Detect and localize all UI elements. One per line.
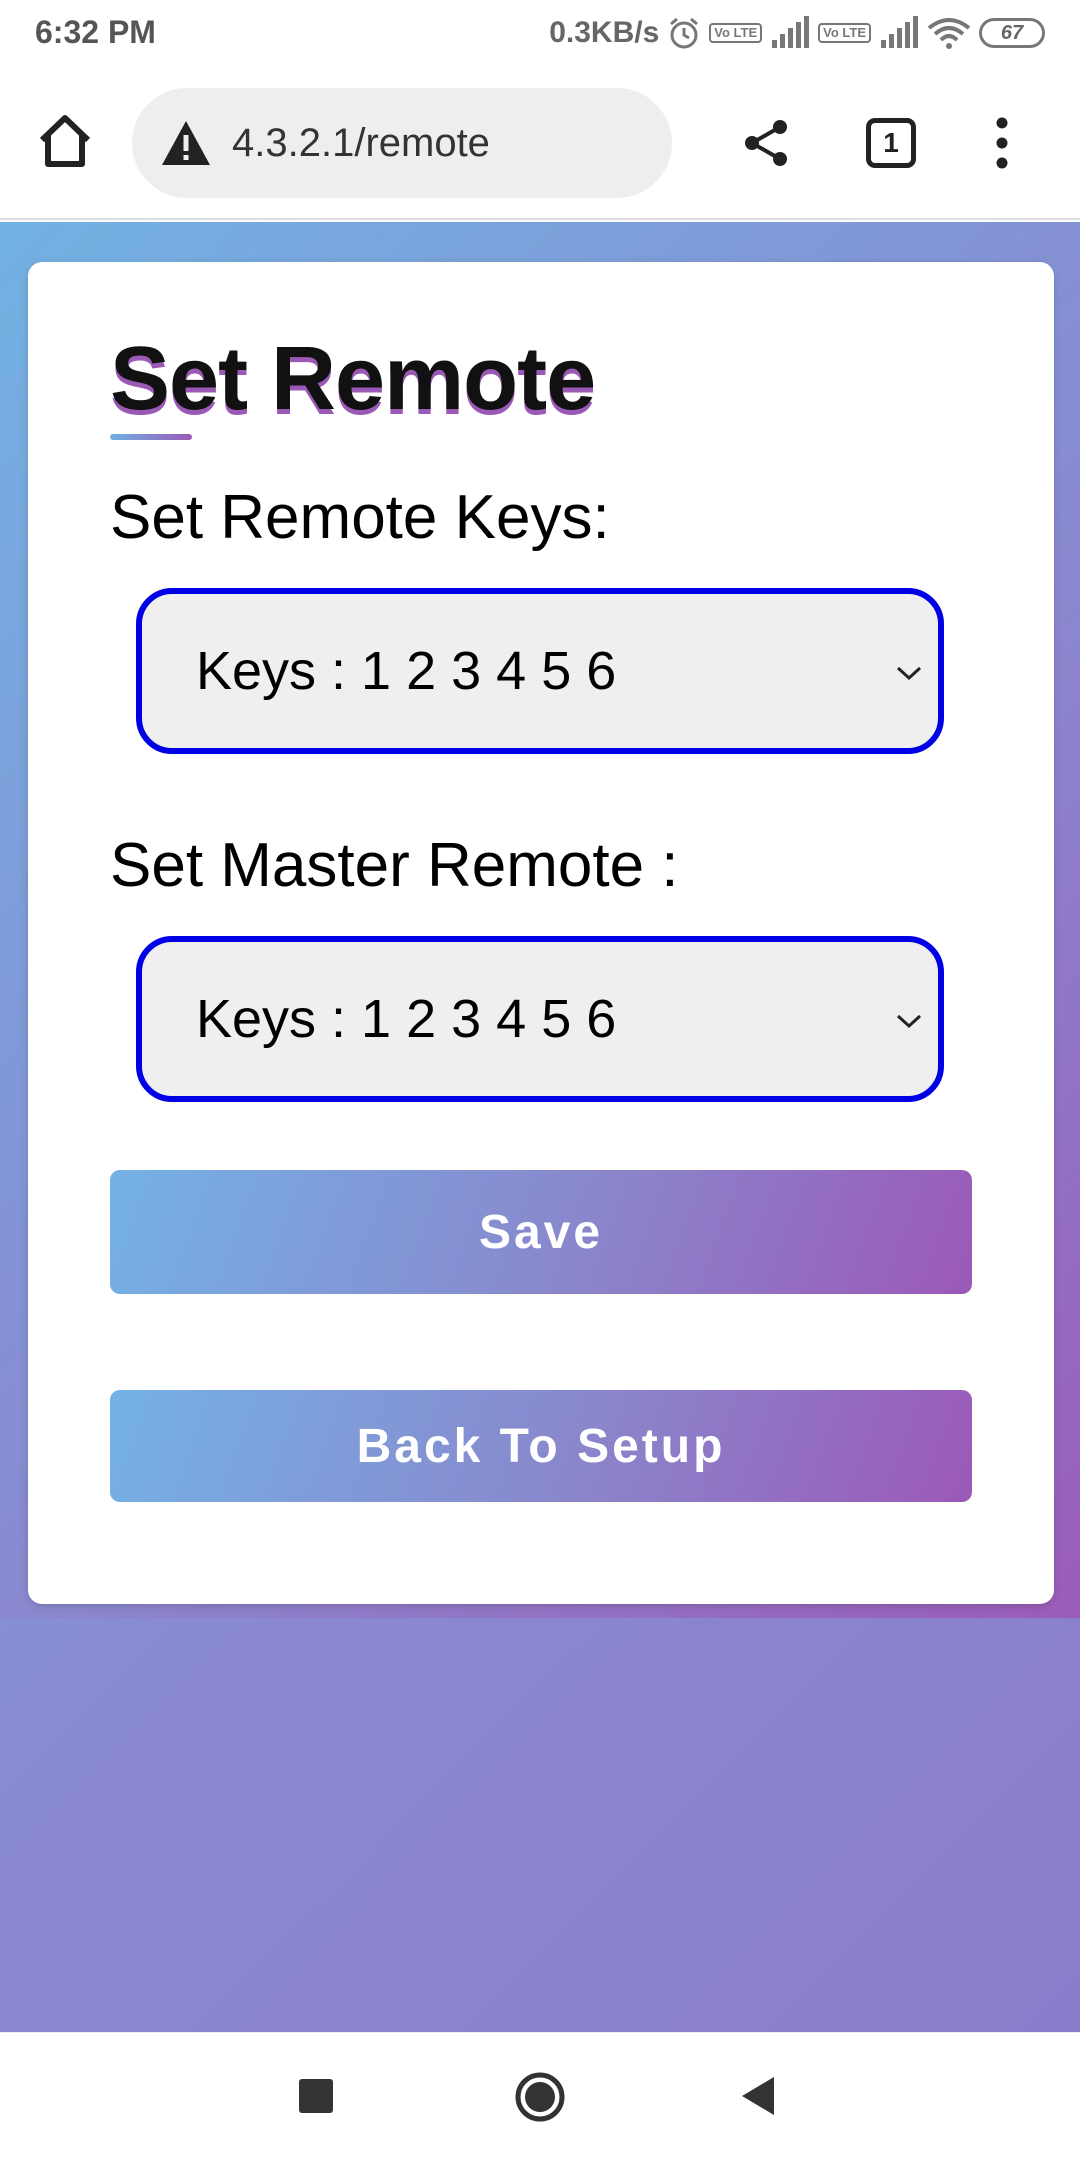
remote-keys-select[interactable]: Keys : 1 2 3 4 5 6 [136, 588, 944, 754]
network-speed: 0.3KB/s [549, 16, 660, 49]
wifi-icon [927, 18, 971, 49]
url-text[interactable]: 4.3.2.1/remote [232, 121, 490, 166]
master-remote-label: Set Master Remote : [110, 831, 679, 900]
tab-count: 1 [883, 127, 899, 158]
remote-keys-value: Keys : 1 2 3 4 5 6 [196, 641, 617, 701]
more-vert-icon[interactable] [986, 116, 1018, 170]
signal-icon-2 [881, 16, 918, 48]
master-remote-value: Keys : 1 2 3 4 5 6 [196, 989, 617, 1049]
master-remote-select[interactable]: Keys : 1 2 3 4 5 6 [136, 936, 944, 1102]
warning-icon[interactable] [160, 119, 212, 167]
volte-icon-2: Vo LTE [818, 23, 871, 43]
alarm-icon [670, 17, 699, 49]
page-title: Set Remote [110, 329, 596, 429]
settings-card: Set Remote Set Remote Keys: Keys : 1 2 3… [28, 262, 1054, 1604]
url-bar[interactable]: 4.3.2.1/remote [132, 88, 672, 198]
browser-toolbar: 4.3.2.1/remote 1 [0, 66, 1080, 220]
status-icons: 0.3KB/s Vo LTE Vo LTE 67 [549, 12, 1045, 54]
home-icon[interactable] [36, 112, 94, 170]
chevron-down-icon [896, 1014, 922, 1029]
system-nav-bar [0, 2032, 1080, 2160]
save-button[interactable]: Save [110, 1170, 972, 1294]
signal-icon [772, 16, 810, 48]
title-underline [110, 434, 192, 440]
recents-icon[interactable] [299, 2079, 333, 2113]
back-to-setup-button[interactable]: Back To Setup [110, 1390, 972, 1502]
status-bar: 6:32 PM 0.3KB/s Vo LTE Vo LTE 67 [0, 0, 1080, 66]
tabs-icon[interactable]: 1 [866, 118, 916, 168]
remote-keys-label: Set Remote Keys: [110, 483, 610, 552]
volte-icon: Vo LTE [709, 23, 763, 43]
status-time: 6:32 PM [35, 14, 156, 50]
share-icon[interactable] [742, 118, 792, 168]
home-circle-icon[interactable] [514, 2071, 566, 2123]
chevron-down-icon [896, 666, 922, 681]
battery-icon: 67 [979, 18, 1045, 48]
back-triangle-icon[interactable] [740, 2075, 776, 2117]
